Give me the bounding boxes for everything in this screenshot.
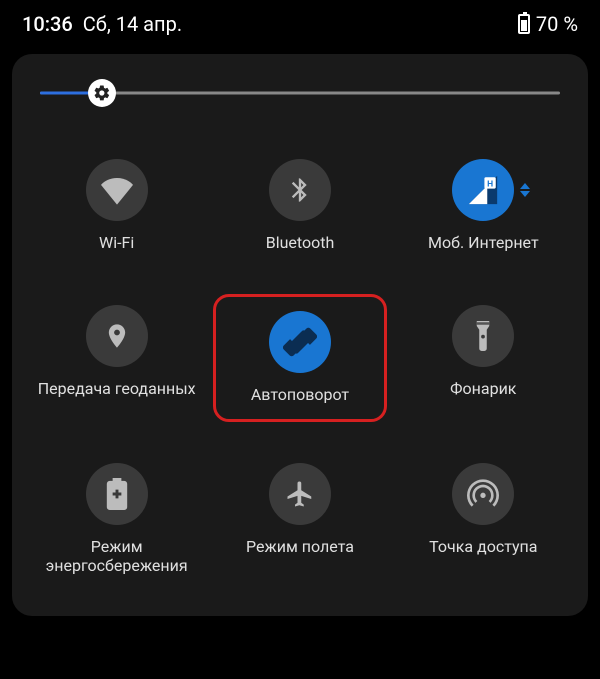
tile-mobile-data[interactable]: H Моб. Интернет	[397, 148, 570, 264]
battery-percent: 70 %	[536, 12, 578, 36]
tile-location[interactable]: Передача геоданных	[30, 294, 203, 422]
tile-label: Bluetooth	[266, 233, 335, 253]
auto-rotate-icon	[269, 311, 331, 373]
tile-label: Режим энергосбережения	[37, 537, 196, 575]
tile-label: Точка доступа	[429, 537, 537, 557]
tile-label: Фонарик	[450, 379, 516, 399]
battery-icon	[518, 14, 530, 34]
svg-text:H: H	[487, 179, 493, 189]
airplane-icon	[269, 463, 331, 525]
bluetooth-icon	[269, 159, 331, 221]
tile-label: Режим полета	[246, 537, 354, 557]
brightness-slider[interactable]	[40, 78, 560, 108]
tile-airplane[interactable]: Режим полета	[213, 452, 386, 586]
flashlight-icon	[452, 305, 514, 367]
tile-label: Wi-Fi	[99, 233, 134, 253]
tile-battery-saver[interactable]: Режим энергосбережения	[30, 452, 203, 586]
status-time: 10:36	[22, 12, 73, 36]
location-icon	[86, 305, 148, 367]
tiles-grid: Wi-Fi Bluetooth H Моб. Интернет	[30, 148, 570, 586]
tile-label: Моб. Интернет	[428, 233, 539, 253]
brightness-track	[40, 92, 560, 95]
hotspot-icon	[452, 463, 514, 525]
tile-label: Передача геоданных	[38, 379, 196, 399]
tile-hotspot[interactable]: Точка доступа	[397, 452, 570, 586]
wifi-icon	[86, 159, 148, 221]
battery-saver-icon	[86, 463, 148, 525]
expand-arrows-icon	[520, 183, 530, 197]
status-date: Сб, 14 апр.	[83, 12, 182, 36]
gear-icon	[93, 84, 111, 102]
tile-flashlight[interactable]: Фонарик	[397, 294, 570, 422]
tile-label: Автоповорот	[251, 385, 349, 405]
tile-bluetooth[interactable]: Bluetooth	[213, 148, 386, 264]
quick-settings-panel: Wi-Fi Bluetooth H Моб. Интернет	[12, 54, 588, 616]
tile-auto-rotate[interactable]: Автоповорот	[213, 294, 386, 422]
tile-wifi[interactable]: Wi-Fi	[30, 148, 203, 264]
status-bar: 10:36 Сб, 14 апр. 70 %	[0, 0, 600, 44]
mobile-data-icon: H	[452, 159, 514, 221]
brightness-thumb[interactable]	[88, 79, 116, 107]
